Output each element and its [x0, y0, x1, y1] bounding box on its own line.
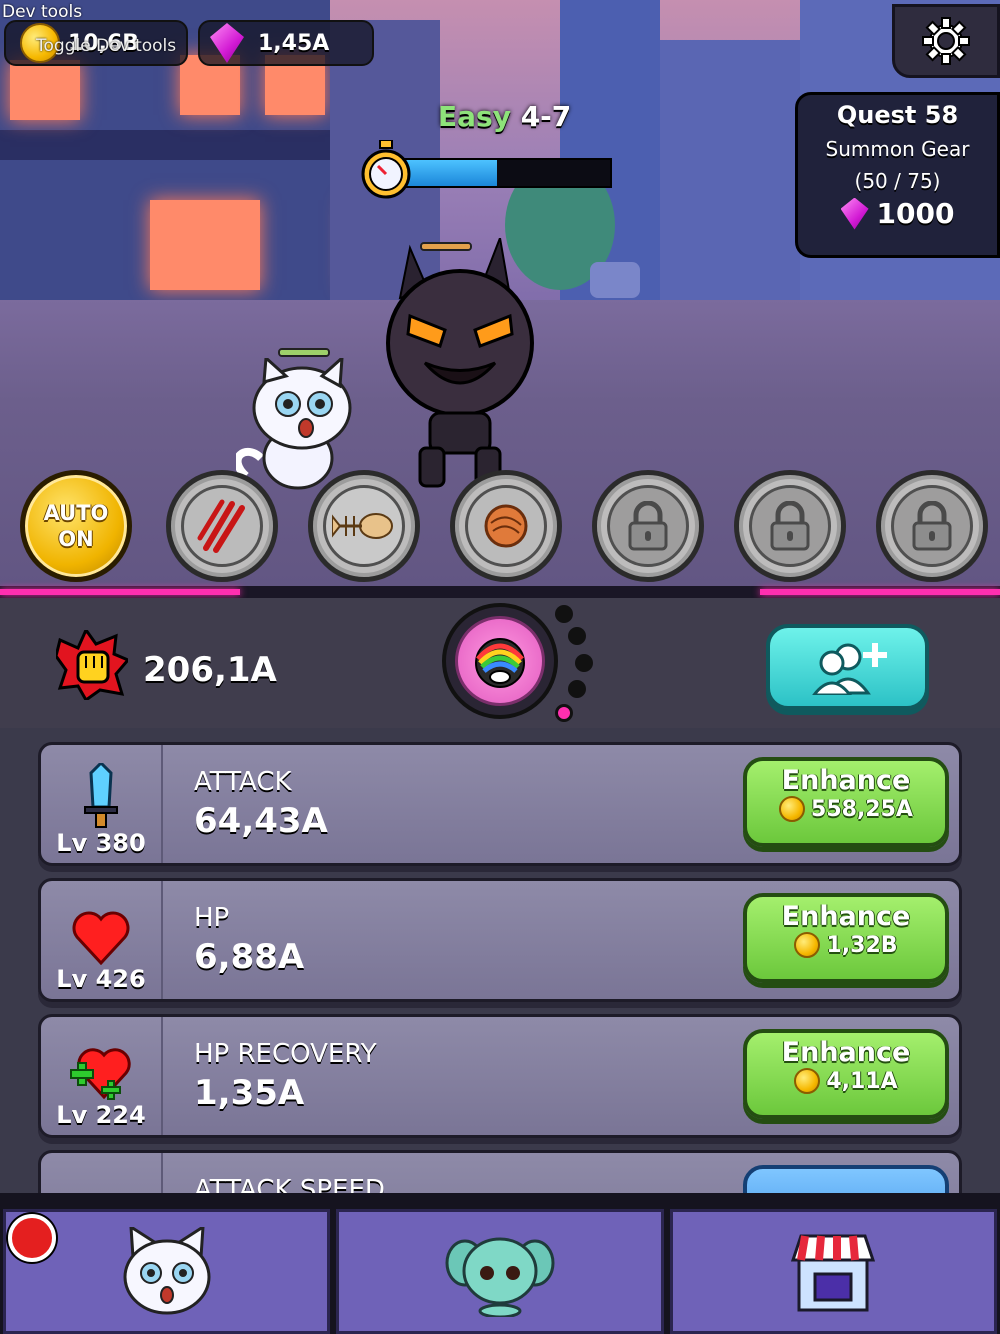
gem-value: 1,45A: [258, 30, 330, 56]
skill-slot-1[interactable]: [166, 470, 278, 582]
enhance-cost: 1,32B: [826, 932, 898, 958]
auto-toggle-button[interactable]: AUTO ON: [20, 470, 132, 582]
gem-icon: [210, 23, 244, 63]
cat-hero: [233, 354, 356, 490]
building-ledge: [0, 130, 330, 160]
devtools-label: Dev tools: [2, 2, 83, 22]
gem-icon: [840, 197, 869, 230]
player-hp-bar: [278, 348, 330, 357]
quest-reward-value: 1000: [876, 197, 955, 230]
skill-slot-6-locked[interactable]: [876, 470, 988, 582]
upgrade-name: ATTACK SPEED: [194, 1175, 385, 1193]
lock-icon: [770, 501, 810, 551]
auto-state: ON: [58, 527, 94, 551]
enhance-attack-speed-button[interactable]: [743, 1165, 949, 1193]
skill-slot-2[interactable]: [308, 470, 420, 582]
gear-icon: [922, 17, 970, 65]
battle-scene: 10,6B 1,45A Dev tools Toggle Dev tools Q…: [0, 0, 1000, 590]
skill-slot-4-locked[interactable]: [592, 470, 704, 582]
bottom-nav: [0, 1193, 1000, 1334]
quest-panel[interactable]: Quest 58 Summon Gear (50 / 75) 1000: [795, 92, 1000, 258]
stage-difficulty: Easy: [438, 100, 511, 133]
stage-label: Easy 4-7: [438, 100, 571, 133]
cat-icon: [123, 1226, 211, 1314]
car: [590, 262, 640, 298]
enhance-hp-recovery-button[interactable]: Enhance 4,11A: [743, 1029, 949, 1119]
enhance-label: Enhance: [781, 901, 911, 932]
sword-icon: [84, 763, 118, 828]
quest-reward: 1000: [798, 197, 997, 230]
coin-icon: [794, 1068, 821, 1094]
claw-slash-icon: [197, 499, 245, 553]
stopwatch-icon: [361, 140, 411, 199]
upgrade-level: Lv 224: [56, 1101, 146, 1129]
enhance-attack-button[interactable]: Enhance 558,25A: [743, 757, 949, 847]
upgrade-list[interactable]: Lv 380 ATTACK 64,43A Enhance 558,25A Lv …: [0, 728, 1000, 1193]
quest-progress: (50 / 75): [854, 169, 941, 193]
timer-fill: [404, 160, 497, 186]
boss-monster: [370, 234, 550, 488]
enhance-cost: 4,11A: [826, 1068, 898, 1094]
upgrade-name: HP RECOVERY: [194, 1039, 377, 1069]
skill-slot-3[interactable]: [450, 470, 562, 582]
upgrade-name: HP: [194, 903, 230, 933]
enhance-hp-button[interactable]: Enhance 1,32B: [743, 893, 949, 983]
invite-friend-button[interactable]: [766, 624, 929, 710]
auto-label: AUTO: [43, 501, 109, 525]
pet-summon-button[interactable]: [442, 603, 558, 719]
nav-tab-pet[interactable]: [336, 1209, 664, 1334]
upgrade-card-attack: Lv 380 ATTACK 64,43A Enhance 558,25A: [38, 742, 962, 866]
nav-tab-shop[interactable]: [669, 1209, 997, 1334]
skill-slot-5-locked[interactable]: [734, 470, 846, 582]
scene-divider: [0, 586, 1000, 598]
lock-icon: [912, 501, 952, 551]
rainbow-monster-icon: [475, 638, 525, 688]
timer-bar: [402, 158, 612, 188]
stage-level: 4-7: [520, 100, 572, 133]
combat-power-icon: [56, 630, 128, 700]
upgrade-level: Lv 380: [56, 829, 146, 857]
enhance-label: Enhance: [781, 1037, 911, 1068]
upgrade-value: 64,43A: [194, 801, 328, 841]
devtools-toggle[interactable]: Toggle Dev tools: [36, 36, 176, 56]
upgrade-value: 6,88A: [194, 937, 305, 977]
pet-icon: [445, 1237, 555, 1317]
heart-plus-icon: [70, 1048, 131, 1100]
upgrade-value: 1,35A: [194, 1073, 305, 1113]
add-friend-icon: [811, 643, 887, 695]
hairball-icon: [484, 504, 528, 548]
enhance-cost: 558,25A: [811, 796, 913, 822]
building-window: [150, 200, 260, 290]
upgrade-card-attack-speed: ATTACK SPEED: [38, 1150, 962, 1193]
fish-bone-icon: [332, 513, 393, 539]
quest-task: Summon Gear: [825, 137, 970, 161]
coin-icon: [794, 932, 821, 958]
shop-icon: [791, 1234, 876, 1311]
building-right: [660, 40, 800, 300]
heart-icon: [72, 911, 130, 965]
upgrade-card-hp-recovery: Lv 224 HP RECOVERY 1,35A Enhance 4,11A: [38, 1014, 962, 1138]
upgrade-card-hp: Lv 426 HP 6,88A Enhance 1,32B: [38, 878, 962, 1002]
lock-icon: [628, 501, 668, 551]
upgrade-level: Lv 426: [56, 965, 146, 993]
combat-power-value: 206,1A: [143, 650, 277, 690]
quest-title: Quest 58: [836, 101, 959, 129]
enhance-label: Enhance: [781, 765, 911, 796]
gem-counter: 1,45A: [198, 20, 374, 66]
upgrade-name: ATTACK: [194, 767, 292, 797]
coin-icon: [779, 796, 806, 822]
record-indicator: [8, 1214, 56, 1262]
settings-button[interactable]: [892, 4, 1000, 78]
building-window: [10, 60, 80, 120]
